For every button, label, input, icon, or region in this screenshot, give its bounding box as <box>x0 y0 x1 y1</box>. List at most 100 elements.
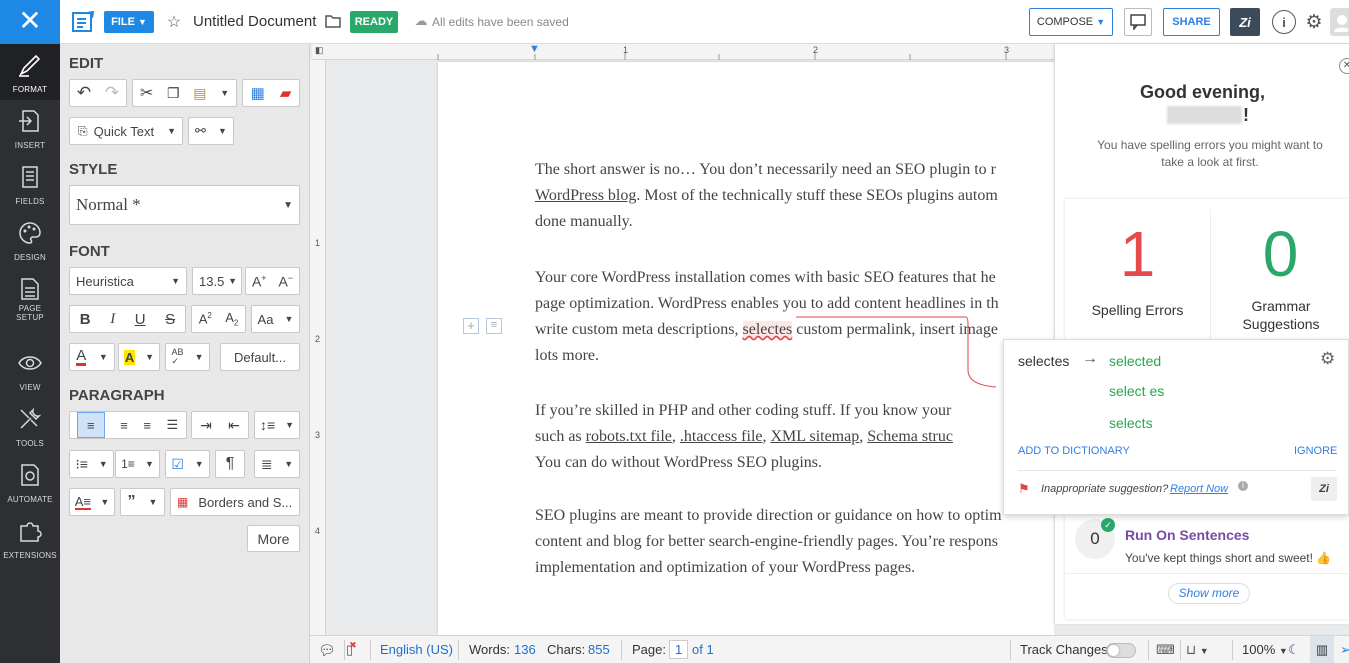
close-icon[interactable]: ✕ <box>0 0 60 44</box>
rail-item-view[interactable]: VIEW <box>0 342 60 398</box>
compose-button[interactable]: COMPOSE ▼ <box>1029 8 1113 36</box>
settings-gear-icon[interactable]: ⚙ <box>1302 10 1326 34</box>
file-menu-button[interactable]: FILE ▼ <box>104 11 154 33</box>
bullet-list-button[interactable]: ⁝≡ ▼ <box>69 450 114 478</box>
comments-icon[interactable]: 💬︎ <box>318 642 336 659</box>
rail-item-automate[interactable]: AUTOMATE <box>0 454 60 510</box>
align-left-icon[interactable]: ≡ <box>76 412 105 438</box>
zia-icon[interactable]: Zi <box>1311 477 1337 501</box>
decrease-font-icon[interactable]: A− <box>278 273 293 290</box>
rail-item-format[interactable]: FORMAT <box>0 44 60 100</box>
document-canvas[interactable]: The short answer is no… You don’t necess… <box>326 60 1054 635</box>
font-color-button[interactable]: A ▼ <box>69 343 115 371</box>
grammar-count[interactable]: 0 <box>1211 215 1349 293</box>
zia-icon[interactable]: Zi <box>1230 8 1260 36</box>
redo-icon[interactable]: ↷ <box>98 83 126 103</box>
spellcheck-error-icon[interactable]: ▯✖ <box>346 640 361 658</box>
clear-format-icon[interactable]: ▰ <box>280 84 292 102</box>
info-icon[interactable]: i <box>1272 10 1296 34</box>
document-icon[interactable] <box>70 10 96 34</box>
close-icon[interactable]: ✕ <box>1339 58 1349 74</box>
superscript-icon[interactable]: A2 <box>199 311 212 326</box>
decrease-indent-icon[interactable]: ⇤ <box>228 417 240 434</box>
rail-item-design[interactable]: DESIGN <box>0 212 60 268</box>
highlight-color-button[interactable]: A ▼ <box>118 343 160 371</box>
suggestion-2[interactable]: select es <box>1109 383 1164 399</box>
borders-shading-button[interactable]: ▦ Borders and S... <box>170 488 300 516</box>
subscript-icon[interactable]: A2 <box>225 310 238 328</box>
cut-icon[interactable]: ✂ <box>140 83 153 103</box>
settings-gear-icon[interactable]: ⚙ <box>1320 349 1335 369</box>
link-htaccess[interactable]: .htaccess file <box>680 428 763 445</box>
language-selector[interactable]: English (US) <box>380 642 453 657</box>
font-family-select[interactable]: Heuristica ▼ <box>69 267 187 295</box>
rail-item-extensions[interactable]: EXTENSIONS <box>0 510 60 566</box>
rail-item-page-setup[interactable]: PAGE SETUP <box>0 268 60 334</box>
show-more-button[interactable]: Show more <box>1168 583 1250 604</box>
checklist-button[interactable]: ☑ ▼ <box>165 450 210 478</box>
info-icon[interactable]: i <box>1238 481 1248 491</box>
find-replace-button[interactable]: ⚯ ▼ <box>188 117 234 145</box>
comment-review-icon[interactable] <box>1124 8 1152 36</box>
share-button[interactable]: SHARE <box>1163 8 1220 36</box>
paragraph-3[interactable]: If you’re skilled in PHP and other codin… <box>535 398 1054 476</box>
pilcrow-icon[interactable]: ¶ <box>215 450 245 478</box>
rail-item-fields[interactable]: FIELDS <box>0 156 60 212</box>
page-layout-icon[interactable]: ⊔ ▼ <box>1186 642 1209 658</box>
star-icon[interactable]: ☆ <box>164 11 184 33</box>
link-wordpress-blog[interactable]: WordPress blog <box>535 187 636 204</box>
align-right-icon[interactable]: ≡ <box>143 418 151 433</box>
more-button[interactable]: More <box>247 525 300 552</box>
italic-icon[interactable]: I <box>110 311 115 328</box>
format-painter-icon[interactable]: ▦ <box>251 84 265 102</box>
chevron-down-icon[interactable]: ▼ <box>220 88 229 98</box>
copy-icon[interactable]: ❐ <box>167 85 180 102</box>
add-block-icon[interactable]: + <box>463 318 479 334</box>
rail-item-insert[interactable]: INSERT <box>0 100 60 156</box>
night-mode-icon[interactable]: ☾ <box>1288 642 1300 658</box>
spelling-error-count[interactable]: 1 <box>1065 215 1210 293</box>
quick-text-button[interactable]: ⎘ Quick Text ▼ <box>69 117 183 145</box>
block-menu-icon[interactable]: ≡ <box>486 318 502 334</box>
strikethrough-icon[interactable]: S <box>165 311 175 328</box>
paragraph-1[interactable]: The short answer is no… You don’t necess… <box>535 157 1054 235</box>
line-spacing-button[interactable]: ↕≡ ▼ <box>254 411 300 439</box>
vertical-ruler[interactable]: 1 2 3 4 <box>310 60 326 635</box>
quote-button[interactable]: ” ▼ <box>120 488 165 516</box>
link-schema[interactable]: Schema struc <box>867 428 953 445</box>
run-on-title[interactable]: Run On Sentences <box>1125 527 1249 543</box>
folder-icon[interactable] <box>324 12 342 30</box>
text-direction-button[interactable]: A≡ ▼ <box>69 488 115 516</box>
document-title[interactable]: Untitled Document <box>193 13 316 30</box>
add-to-dictionary-button[interactable]: ADD TO DICTIONARY <box>1018 445 1130 457</box>
spelling-language-button[interactable]: AB ✓ ▼ <box>165 343 210 371</box>
underline-icon[interactable]: U <box>135 311 146 328</box>
paragraph-4[interactable]: SEO plugins are meant to provide directi… <box>535 503 1054 581</box>
bold-icon[interactable]: B <box>80 311 91 328</box>
send-icon[interactable]: ➢ <box>1340 642 1349 658</box>
book-view-icon[interactable]: ▥ <box>1310 636 1334 663</box>
paragraph-style-select[interactable]: Normal * ▼ <box>69 185 300 225</box>
track-changes-toggle[interactable] <box>1106 643 1136 658</box>
ignore-button[interactable]: IGNORE <box>1294 445 1337 457</box>
paragraph-spacing-button[interactable]: ≣ ▼ <box>254 450 300 478</box>
indent-marker-icon[interactable]: ▼ <box>529 43 540 55</box>
zoom-select[interactable]: 100% ▼ <box>1242 642 1288 657</box>
change-case-button[interactable]: Aa ▼ <box>251 305 300 333</box>
page-number-input[interactable]: 1 <box>669 640 689 659</box>
report-now-link[interactable]: Report Now <box>1170 483 1228 495</box>
rail-item-tools[interactable]: TOOLS <box>0 398 60 454</box>
paste-icon[interactable]: ▤ <box>193 85 206 102</box>
font-size-select[interactable]: 13.5 ▼ <box>192 267 242 295</box>
horizontal-ruler[interactable]: ◧ 1 2 3 ▼ <box>312 43 1054 60</box>
link-robots[interactable]: robots.txt file <box>586 428 672 445</box>
align-center-icon[interactable]: ≡ <box>120 418 128 433</box>
increase-indent-icon[interactable]: ⇥ <box>200 417 212 434</box>
keyboard-icon[interactable]: ⌨ <box>1156 642 1175 658</box>
undo-icon[interactable]: ↶ <box>70 83 98 103</box>
numbered-list-button[interactable]: 1≡ ▼ <box>115 450 160 478</box>
avatar[interactable] <box>1330 8 1349 36</box>
suggestion-1[interactable]: selected <box>1109 353 1161 369</box>
increase-font-icon[interactable]: A+ <box>252 273 267 290</box>
default-style-button[interactable]: Default... <box>220 343 300 371</box>
